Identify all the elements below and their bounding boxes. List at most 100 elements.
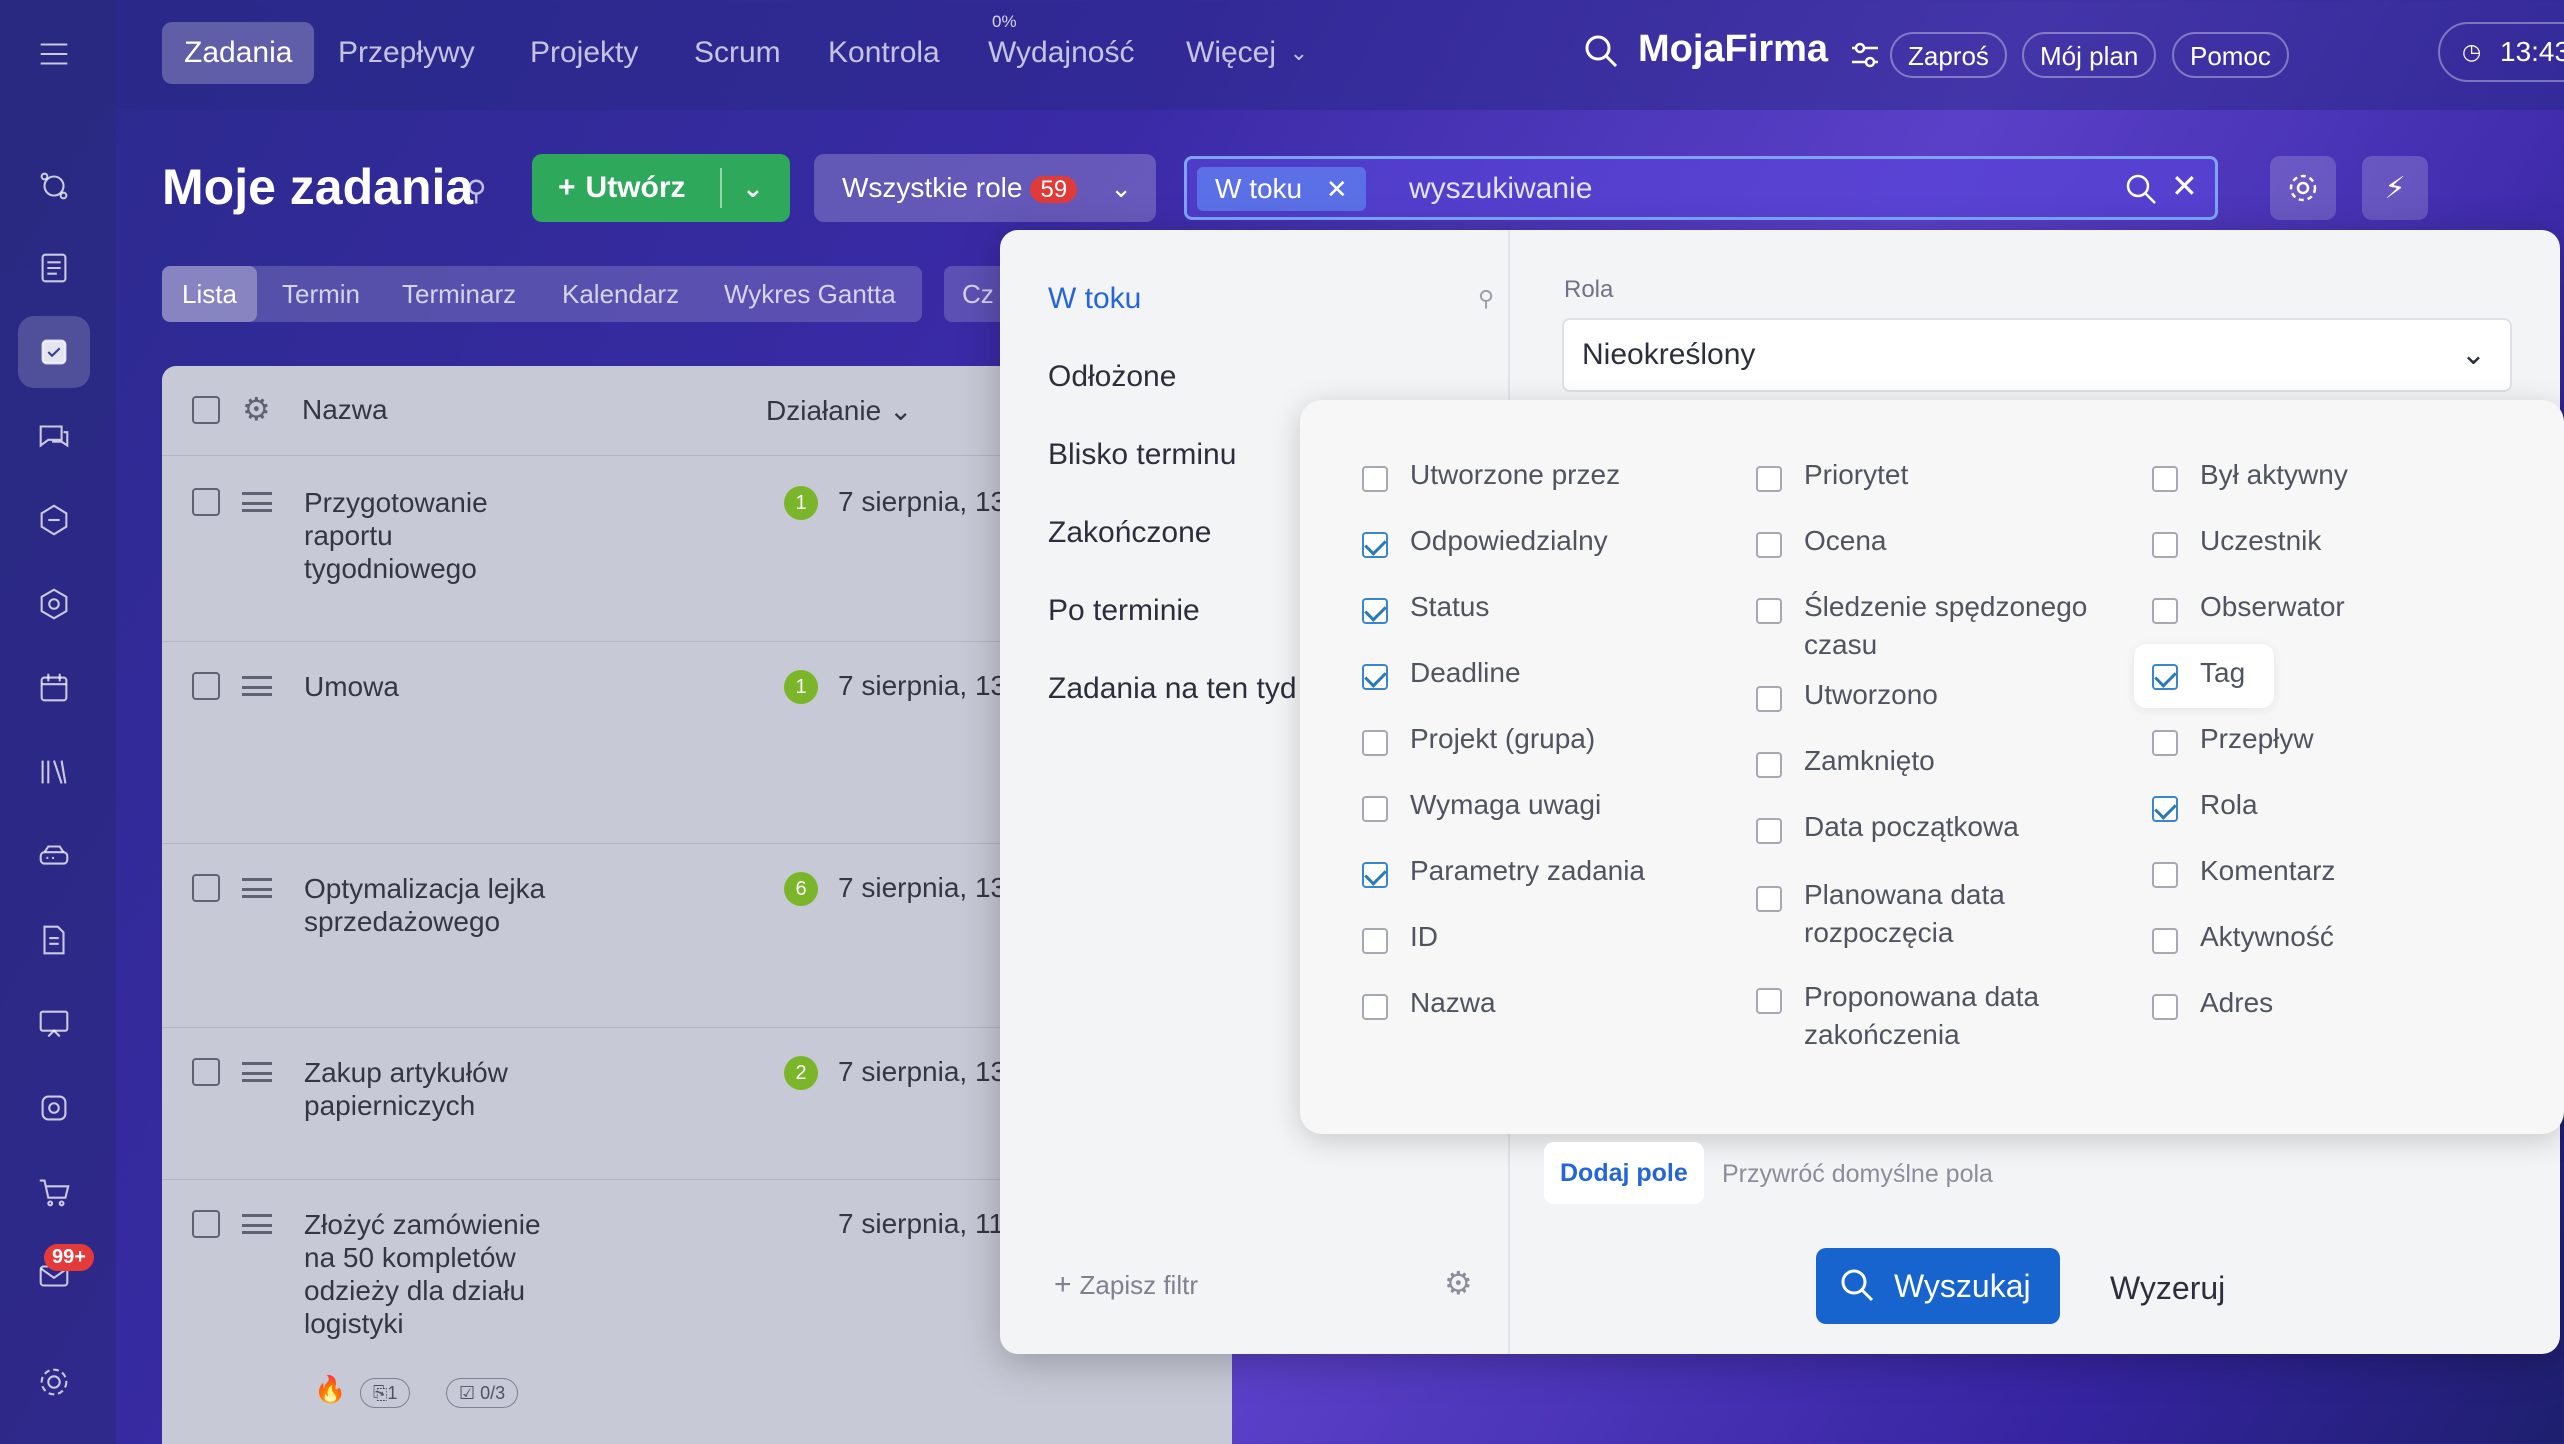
field-label[interactable]: Priorytet	[1804, 456, 2144, 494]
document-icon[interactable]	[18, 904, 90, 976]
invite-button[interactable]: Zaproś	[1890, 32, 2007, 78]
column-settings-gear-icon[interactable]: ⚙	[242, 390, 271, 428]
drag-handle-icon[interactable]	[242, 878, 272, 898]
cart-icon[interactable]	[18, 1156, 90, 1228]
nav-flows[interactable]: Przepływy	[316, 22, 497, 84]
clock-widget[interactable]: ◷ 13:43	[2438, 22, 2564, 82]
field-checkbox[interactable]	[1362, 532, 1388, 558]
field-label[interactable]: Przepływ	[2200, 720, 2540, 758]
task-deadline[interactable]: 7 sierpnia, 13	[838, 872, 1006, 904]
field-label[interactable]: Proponowana data zakończenia	[1804, 978, 2104, 1054]
field-label[interactable]: Ocena	[1804, 522, 2144, 560]
row-checkbox[interactable]	[192, 488, 220, 516]
clear-search-icon[interactable]: ✕	[2171, 167, 2198, 205]
preset-in-progress[interactable]: W toku	[1048, 282, 1141, 316]
preset-completed[interactable]: Zakończone	[1048, 516, 1211, 550]
save-filter-button[interactable]: + Zapisz filtr	[1054, 1268, 1198, 1302]
field-label[interactable]: Zamknięto	[1804, 742, 2144, 780]
chat-icon[interactable]	[18, 400, 90, 472]
field-checkbox[interactable]	[1756, 686, 1782, 712]
chip-remove-icon[interactable]: ✕	[1326, 174, 1348, 204]
restore-default-fields-link[interactable]: Przywróć domyślne pola	[1722, 1160, 1993, 1189]
search-input[interactable]: wyszukiwanie	[1409, 169, 1592, 209]
automation-icon[interactable]	[18, 1072, 90, 1144]
row-checkbox[interactable]	[192, 1210, 220, 1238]
search-icon[interactable]	[1582, 32, 1622, 77]
drive-icon[interactable]	[18, 820, 90, 892]
field-label[interactable]: Data początkowa	[1804, 808, 2144, 846]
field-checkbox[interactable]	[1756, 818, 1782, 844]
pin-icon[interactable]: ⚲	[1478, 286, 1494, 312]
role-select[interactable]: Nieokreślony ⌄	[1562, 318, 2512, 392]
task-deadline[interactable]: 7 sierpnia, 13	[838, 1056, 1006, 1088]
field-label[interactable]: Uczestnik	[2200, 522, 2540, 560]
task-name[interactable]: Optymalizacja lejka sprzedażowego	[304, 872, 564, 938]
field-checkbox[interactable]	[2152, 862, 2178, 888]
tab-planner[interactable]: Terminarz	[382, 266, 536, 322]
row-checkbox[interactable]	[192, 1058, 220, 1086]
field-checkbox[interactable]	[1756, 886, 1782, 912]
task-deadline[interactable]: 7 sierpnia, 13	[838, 486, 1006, 518]
reset-button[interactable]: Wyzeruj	[2110, 1270, 2225, 1307]
task-deadline[interactable]: 7 sierpnia, 11	[838, 1208, 1004, 1240]
my-plan-button[interactable]: Mój plan	[2022, 32, 2157, 78]
create-button[interactable]: + Utwórz ⌄	[532, 154, 790, 222]
presentation-icon[interactable]	[18, 988, 90, 1060]
row-checkbox[interactable]	[192, 874, 220, 902]
drag-handle-icon[interactable]	[242, 676, 272, 696]
field-label[interactable]: Utworzone przez	[1410, 456, 1750, 494]
field-label[interactable]: Aktywność	[2200, 918, 2540, 956]
nav-tasks[interactable]: Zadania	[162, 22, 315, 84]
field-label[interactable]: Status	[1410, 588, 1750, 626]
attachments-count[interactable]: ⎘1	[360, 1378, 411, 1408]
preset-overdue[interactable]: Po terminie	[1048, 594, 1200, 628]
search-button[interactable]: Wyszukaj	[1816, 1248, 2060, 1324]
sliders-icon[interactable]	[1848, 38, 1882, 77]
library-icon[interactable]	[18, 736, 90, 808]
drag-handle-icon[interactable]	[242, 492, 272, 512]
nav-control[interactable]: Kontrola	[806, 22, 962, 84]
drag-handle-icon[interactable]	[242, 1214, 272, 1234]
crm-icon[interactable]	[18, 484, 90, 556]
field-checkbox[interactable]	[2152, 730, 2178, 756]
field-label[interactable]: Odpowiedzialny	[1410, 522, 1750, 560]
tab-deadline[interactable]: Termin	[262, 266, 380, 322]
field-checkbox[interactable]	[1756, 532, 1782, 558]
preset-postponed[interactable]: Odłożone	[1048, 360, 1176, 394]
add-field-button[interactable]: Dodaj pole	[1544, 1142, 1704, 1204]
field-label[interactable]: Adres	[2200, 984, 2540, 1022]
field-checkbox[interactable]	[2152, 466, 2178, 492]
field-checkbox[interactable]	[1362, 466, 1388, 492]
list-settings-button[interactable]	[2270, 156, 2336, 220]
roles-dropdown[interactable]: Wszystkie role 59 ⌄	[814, 154, 1156, 222]
field-checkbox[interactable]	[1756, 598, 1782, 624]
news-icon[interactable]	[18, 232, 90, 304]
calendar-icon[interactable]	[18, 652, 90, 724]
field-label[interactable]: Śledzenie spędzonego czasu	[1804, 588, 2104, 664]
brand-name[interactable]: MojaFirma	[1638, 28, 1828, 71]
automation-button[interactable]: ⚡	[2362, 156, 2428, 220]
field-checkbox[interactable]	[1362, 664, 1388, 690]
nav-projects[interactable]: Projekty	[508, 22, 660, 84]
field-label[interactable]: Był aktywny	[2200, 456, 2540, 494]
select-all-checkbox[interactable]	[192, 396, 220, 424]
checklist-count[interactable]: ☑ 0/3	[446, 1378, 519, 1408]
field-label[interactable]: Tag	[2200, 654, 2540, 692]
field-checkbox[interactable]	[1756, 988, 1782, 1014]
field-checkbox[interactable]	[1362, 994, 1388, 1020]
hexagon-icon[interactable]	[18, 568, 90, 640]
feed-icon[interactable]	[18, 150, 90, 222]
field-checkbox[interactable]	[1362, 598, 1388, 624]
column-name-header[interactable]: Nazwa	[302, 394, 388, 426]
pin-icon[interactable]: ⚲	[466, 174, 487, 207]
preset-near-deadline[interactable]: Blisko terminu	[1048, 438, 1236, 472]
gear-icon[interactable]: ⚙	[1444, 1264, 1473, 1302]
field-checkbox[interactable]	[2152, 532, 2178, 558]
task-name[interactable]: Umowa	[304, 670, 564, 703]
field-label[interactable]: Projekt (grupa)	[1410, 720, 1750, 758]
help-button[interactable]: Pomoc	[2172, 32, 2289, 78]
tab-calendar[interactable]: Kalendarz	[542, 266, 699, 322]
column-action-header[interactable]: Działanie ⌄	[766, 394, 912, 427]
nav-more[interactable]: Więcej ⌄	[1164, 22, 1324, 84]
field-label[interactable]: Komentarz	[2200, 852, 2540, 890]
